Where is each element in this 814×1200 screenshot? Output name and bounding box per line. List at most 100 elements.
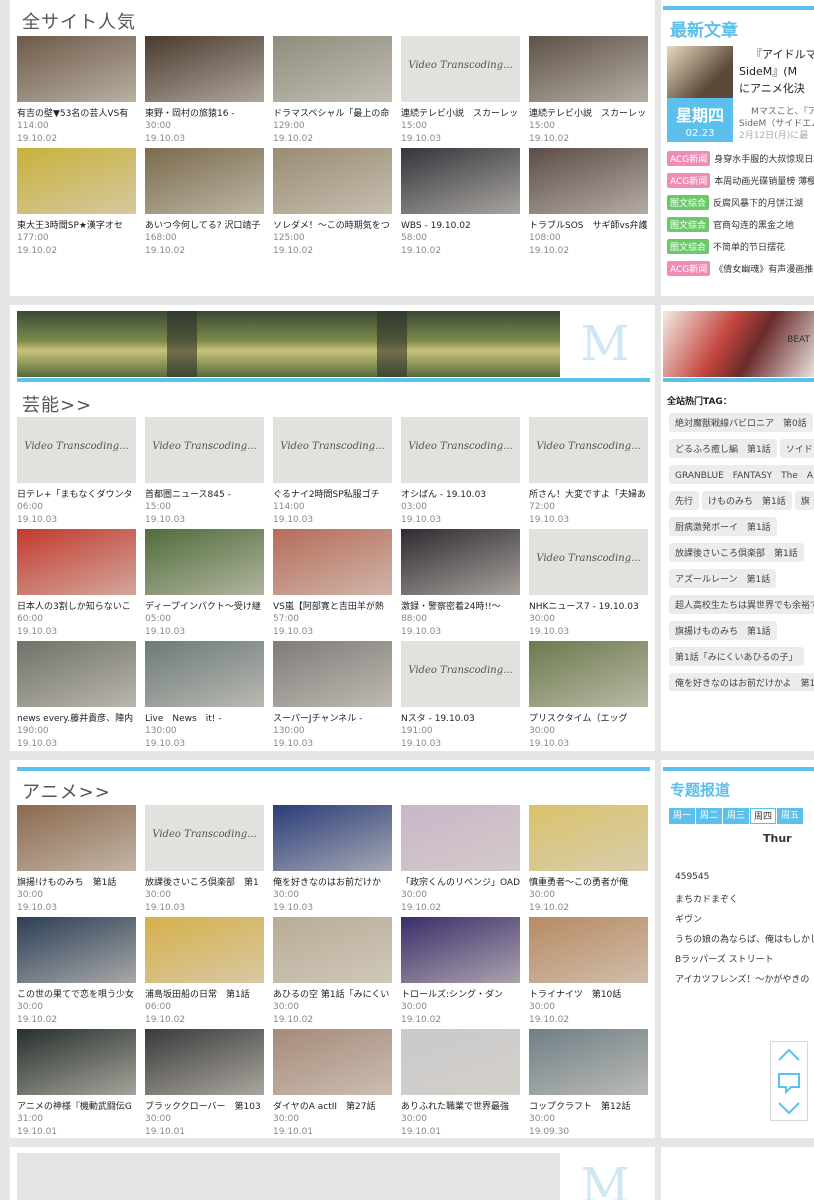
video-thumbnail[interactable] [17,805,136,871]
schedule-item[interactable]: まちカドまぞく [675,892,738,905]
video-title[interactable]: 首都圏ニュース845 - [145,489,264,501]
video-card[interactable]: 連続テレビ小説 スカーレッ 15:00 19.10.02 [529,36,648,144]
video-thumbnail[interactable] [145,641,264,707]
video-card[interactable]: 慎重勇者～この勇者が俺 30:00 19.10.02 [529,805,648,913]
video-card[interactable]: トラブルSOS サギ師vs弁護 108:00 19.10.02 [529,148,648,256]
video-card[interactable]: VS嵐【阿部寛と吉田羊が熱 57:00 19.10.03 [273,529,392,637]
geino-title[interactable]: 芸能>> [22,391,92,417]
video-card[interactable]: 有吉の壁▼53名の芸人VS有 114:00 19.10.02 [17,36,136,144]
video-thumbnail[interactable]: Video Transcoding... [273,417,392,483]
video-title[interactable]: ディープインパクト～受け継 [145,601,264,613]
tag-pill[interactable]: アズールレーン 第1話 [669,569,777,588]
video-card[interactable]: 俺を好きなのはお前だけか 30:00 19.10.03 [273,805,392,913]
video-title[interactable]: この世の果てで恋を唄う少女 [17,989,136,1001]
tag-pill[interactable]: けものみち 第1話 [702,491,792,510]
side-banner-image[interactable]: BEAT [663,311,814,377]
tag-pill[interactable]: 第1話「みにくいあひるの子」 [669,647,804,666]
video-thumbnail[interactable] [401,529,520,595]
video-title[interactable]: トラブルSOS サギ師vs弁護 [529,220,648,232]
video-thumbnail[interactable] [17,917,136,983]
video-card[interactable]: トロールズ:シング・ダン 30:00 19.10.02 [401,917,520,1025]
video-title[interactable]: あいつ今何してる? 沢口靖子 [145,220,264,232]
video-title[interactable]: トライナイツ 第10話 [529,989,648,1001]
video-thumbnail[interactable] [17,1029,136,1095]
video-card[interactable]: WBS - 19.10.02 58:00 19.10.02 [401,148,520,256]
tag-pill[interactable]: ソイド [779,439,814,458]
video-thumbnail[interactable] [17,148,136,214]
tag-pill[interactable]: 放課後さいころ倶楽部 第1話 [669,543,804,562]
video-thumbnail[interactable] [145,917,264,983]
day-tab[interactable]: 周三 [723,808,749,824]
news-category-badge[interactable]: 图文综合 [667,217,710,232]
tag-pill[interactable]: 俺を好きなのはお前だけかよ 第1 [669,673,814,691]
tag-pill[interactable]: 厨病激発ボーイ 第1話 [669,517,777,536]
tag-pill[interactable]: 絶対魔獣戦線バビロニア 第0話 [669,413,813,432]
video-card[interactable]: 「政宗くんのリベンジ」OAD 30:00 19.10.02 [401,805,520,913]
video-card[interactable]: 日本人の3割しか知らないこ 60:00 19.10.03 [17,529,136,637]
news-item[interactable]: 图文综合 官商勾连的黑金之地 [667,217,814,233]
video-card[interactable]: Live News it! -130:00 19.10.03 [145,641,264,749]
video-thumbnail[interactable] [145,148,264,214]
video-card[interactable]: Video Transcoding... Nスタ - 19.10.03 191:00… [401,641,520,749]
video-card[interactable]: Video Transcoding... ぐるナイ2時間SP私服ゴチ 114:00 1… [273,417,392,525]
video-title[interactable]: 日テレ+「まもなくダウンタ [17,489,136,501]
news-item[interactable]: ACG新闻 《倩女幽魂》有声漫画推出 [667,261,814,277]
video-title[interactable]: VS嵐【阿部寛と吉田羊が熱 [273,601,392,613]
video-card[interactable]: Video Transcoding... 日テレ+「まもなくダウンタ 06:00 19… [17,417,136,525]
news-category-badge[interactable]: ACG新闻 [667,151,711,166]
video-thumbnail[interactable]: Video Transcoding... [401,36,520,102]
video-thumbnail[interactable] [17,641,136,707]
video-card[interactable]: Video Transcoding... 所さん！大変ですよ「夫婦あ 72:00 19… [529,417,648,525]
news-category-badge[interactable]: ACG新闻 [667,261,711,276]
video-thumbnail[interactable] [17,36,136,102]
video-card[interactable]: 東大王3時間SP★漢字オセ 177:00 19.10.02 [17,148,136,256]
video-thumbnail[interactable] [273,641,392,707]
video-title[interactable]: 連続テレビ小説 スカーレッ [529,108,648,120]
video-card[interactable]: この世の果てで恋を唄う少女 30:00 19.10.02 [17,917,136,1025]
video-thumbnail[interactable] [273,1029,392,1095]
video-card[interactable]: 旗揚!けものみち 第1話 30:00 19.10.03 [17,805,136,913]
video-card[interactable]: Video Transcoding... オシばん - 19.10.03 03:00… [401,417,520,525]
video-card[interactable]: Video Transcoding... NHKニュース7 - 19.10.03 3… [529,529,648,637]
video-thumbnail[interactable] [273,148,392,214]
video-title[interactable]: ありふれた職業で世界最強 [401,1101,520,1113]
video-title[interactable]: コップクラフト 第12話 [529,1101,648,1113]
video-thumbnail[interactable]: Video Transcoding... [145,805,264,871]
latest-feature-card[interactable]: 星期四 02.23 『アイドルマ SideM』(M にアニメ化決 Mマスこと、『… [667,46,814,146]
video-card[interactable]: トライナイツ 第10話 30:00 19.10.02 [529,917,648,1025]
video-title[interactable]: 所さん！大変ですよ「夫婦あ [529,489,648,501]
news-category-badge[interactable]: 图文综合 [667,195,710,210]
video-card[interactable]: 浦島坂田船の日常 第1話 06:00 19.10.02 [145,917,264,1025]
video-thumbnail[interactable] [273,36,392,102]
tag-pill[interactable]: 先行 [669,491,700,510]
news-item[interactable]: ACG新闻 本周动画光碟销量榜 薄樱 [667,173,814,189]
news-category-badge[interactable]: 图文综合 [667,239,710,254]
video-title[interactable]: ブラッククローバー 第103 [145,1101,264,1113]
video-title[interactable]: スーパーJチャンネル - [273,713,392,725]
news-item[interactable]: ACG新闻 身穿水手服的大叔惊现日本 [667,151,814,167]
video-thumbnail[interactable] [529,917,648,983]
video-title[interactable]: 連続テレビ小説 スカーレッ [401,108,520,120]
video-title[interactable]: ぐるナイ2時間SP私服ゴチ [273,489,392,501]
schedule-item[interactable]: アイカツフレンズ！～かがやきの [675,972,809,985]
day-tab[interactable]: 周二 [696,808,722,824]
day-tab[interactable]: 周四 [750,808,776,824]
video-title[interactable]: Live News it! - [145,713,264,725]
tag-pill[interactable]: 旗 [794,491,814,510]
video-title[interactable]: ドラマスペシャル「最上の命 [273,108,392,120]
scroll-up-icon[interactable] [771,1042,807,1068]
latest-headline[interactable]: 『アイドルマ SideM』(M にアニメ化決 [739,46,814,97]
video-thumbnail[interactable] [529,805,648,871]
video-thumbnail[interactable] [401,917,520,983]
video-thumbnail[interactable]: Video Transcoding... [529,529,648,595]
video-title[interactable]: 俺を好きなのはお前だけか [273,877,392,889]
schedule-item[interactable]: 459545 [675,872,709,882]
banner-image[interactable] [17,311,560,377]
video-title[interactable]: 旗揚!けものみち 第1話 [17,877,136,889]
video-card[interactable]: あいつ今何してる? 沢口靖子 168:00 19.10.02 [145,148,264,256]
video-card[interactable]: 激録・警察密着24時!!～ 88:00 19.10.03 [401,529,520,637]
schedule-item[interactable]: ギヴン [675,912,702,925]
video-thumbnail[interactable] [529,641,648,707]
video-title[interactable]: ダイヤのA actII 第27話 [273,1101,392,1113]
schedule-item[interactable]: うちの娘の為ならば、俺はもしかし [675,932,814,945]
